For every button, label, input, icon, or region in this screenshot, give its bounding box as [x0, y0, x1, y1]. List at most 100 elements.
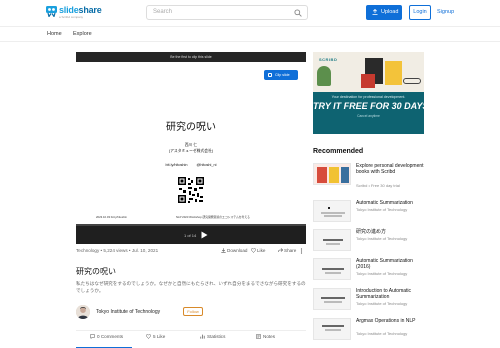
- like-label: Like: [257, 248, 266, 253]
- nav-home[interactable]: Home: [47, 31, 62, 37]
- tab-statistics-label: Statistics: [207, 334, 226, 339]
- main-nav: Home Explore: [0, 27, 500, 42]
- slide-footer-left: 2023.10.03 bit.ly/hitoshin: [96, 215, 127, 219]
- recommended-thumbnail: [313, 163, 351, 185]
- tab-statistics[interactable]: Statistics: [200, 334, 225, 339]
- tab-notes-label: Notes: [263, 334, 276, 339]
- recommended-item[interactable]: Automatic Summarization (2016) Tokyo Ins…: [313, 258, 425, 280]
- top-bar: slideshare a Scribd company Search Uploa…: [0, 0, 500, 27]
- recommended-subtitle: Tokyo Institute of Technology: [356, 331, 408, 336]
- notes-icon: [256, 334, 261, 339]
- recommended-thumbnail: [313, 288, 351, 310]
- download-label: Download: [227, 248, 248, 253]
- ad-banner: Your destination for professional develo…: [313, 92, 424, 134]
- slideshare-logo-icon: [46, 6, 57, 17]
- author-row: Tokyo Institute of Technology Follow: [76, 305, 306, 321]
- search-icon[interactable]: [294, 9, 302, 17]
- scribd-logo: SCRIBD: [319, 57, 338, 62]
- recommended-subtitle: Tokyo Institute of Technology: [356, 207, 408, 212]
- clip-slide-button[interactable]: Clip slide: [264, 70, 298, 80]
- tab-likes[interactable]: 5 Like: [146, 334, 165, 339]
- document-description: 私たちはなぜ研究をするのでしょうか。なぜかと自然にもたらされ、いずれ自分をまるで…: [76, 282, 306, 294]
- search-placeholder: Search: [153, 9, 173, 15]
- recommended-thumbnail: [313, 258, 351, 280]
- recommended-item[interactable]: 研究の進め方 Tokyo Institute of Technology: [313, 229, 425, 251]
- recommended-title: Explore personal development books with …: [356, 163, 424, 175]
- recommended-subtitle: Tokyo Institute of Technology: [356, 271, 408, 276]
- document-title: 研究の呪い: [76, 267, 116, 276]
- recommended-item[interactable]: Introduction to Automatic Summarization …: [313, 288, 425, 310]
- recommended-item[interactable]: Automatic Summarization Tokyo Institute …: [313, 200, 425, 222]
- page-indicator: 1 of 14: [184, 233, 197, 238]
- heart-icon: [146, 334, 151, 339]
- tab-comments-label: 0 Comments: [97, 334, 124, 339]
- book-cover-image: [361, 74, 375, 88]
- slide-handles: bit.ly/hitoshin @hitoshi_ni: [165, 163, 217, 167]
- brand-name: slideshare: [59, 5, 102, 15]
- download-button[interactable]: Download: [221, 248, 247, 253]
- slide-player: Be the first to clip this slide Clip sli…: [76, 52, 306, 244]
- slide-title: 研究の呪い: [166, 122, 216, 133]
- follow-button[interactable]: Follow: [183, 307, 203, 316]
- signup-link[interactable]: Signup: [437, 9, 454, 15]
- ad-tagline: Your destination for professional develo…: [331, 95, 406, 99]
- recommended-thumbnail: [313, 318, 351, 340]
- recommended-subtitle: Scribd • Free 30 day trial: [356, 183, 400, 188]
- recommended-heading: Recommended: [313, 148, 364, 155]
- glasses-image: [403, 78, 421, 84]
- tab-likes-label: 5 Like: [153, 334, 166, 339]
- avatar[interactable]: [76, 305, 90, 319]
- clip-hint: Be the first to clip this slide: [76, 52, 306, 62]
- comment-icon: [90, 334, 95, 339]
- recommended-title: Automatic Summarization (2016): [356, 258, 413, 270]
- ad-headline: TRY IT FREE FOR 30 DAYS: [313, 101, 424, 111]
- search-input[interactable]: Search: [146, 5, 308, 20]
- slide-meta: Technology • 5,224 views • Jul. 10, 2021…: [76, 248, 306, 257]
- recommended-thumbnail: [313, 200, 351, 222]
- tab-comments[interactable]: 0 Comments: [90, 334, 123, 339]
- author-name[interactable]: Tokyo Institute of Technology: [96, 309, 160, 315]
- share-label: Share: [284, 248, 297, 253]
- slide-author: 西川 仁: [184, 143, 198, 147]
- play-icon[interactable]: [201, 231, 208, 239]
- heart-icon: [251, 248, 256, 253]
- slideshare-logo[interactable]: slideshare a Scribd company: [46, 5, 102, 21]
- clip-slide-label: Clip slide: [275, 73, 290, 77]
- progress-bar[interactable]: [76, 224, 306, 226]
- recommended-title: 研究の進め方: [356, 229, 387, 235]
- recommended-item[interactable]: Explore personal development books with …: [313, 163, 425, 188]
- slide-footer-center: NLP 2023 Workshop 研究開発環境のエコシステムを考える: [176, 215, 250, 219]
- upload-label: Upload: [381, 9, 399, 15]
- book-cover-image: [385, 61, 402, 85]
- player-controls: 1 of 14: [76, 224, 306, 244]
- nav-explore[interactable]: Explore: [73, 31, 92, 37]
- login-button[interactable]: Login: [409, 5, 431, 20]
- qr-code-icon: [177, 176, 205, 204]
- recommended-title: Automatic Summarization: [356, 200, 413, 206]
- recommended-subtitle: Tokyo Institute of Technology: [356, 236, 408, 241]
- avatar-person-icon: [76, 305, 90, 319]
- plant-image: [317, 66, 331, 86]
- share-icon: [278, 248, 283, 253]
- recommended-title: Argmax Operations in NLP: [356, 318, 416, 324]
- upload-button[interactable]: Upload: [366, 5, 402, 20]
- share-button[interactable]: Share: [278, 248, 296, 253]
- stats-icon: [200, 334, 205, 339]
- scribd-ad[interactable]: SCRIBD Your destination for professional…: [313, 52, 424, 134]
- upload-icon: [372, 9, 378, 15]
- more-icon[interactable]: [299, 248, 304, 254]
- recommended-title: Introduction to Automatic Summarization: [356, 288, 412, 300]
- recommended-item[interactable]: Argmax Operations in NLP Tokyo Institute…: [313, 318, 425, 340]
- recommended-subtitle: Tokyo Institute of Technology: [356, 301, 408, 306]
- tab-notes[interactable]: Notes: [256, 334, 275, 339]
- slide-canvas[interactable]: Clip slide 研究の呪い 西川 仁 (アスタミューゼ株式会社) bit.…: [76, 62, 306, 224]
- like-button[interactable]: Like: [251, 248, 265, 253]
- meta-info: Technology • 5,224 views • Jul. 10, 2021: [76, 248, 159, 253]
- recommended-thumbnail: [313, 229, 351, 251]
- brand-tagline: a Scribd company: [59, 15, 84, 19]
- slide-org: (アスタミューゼ株式会社): [168, 149, 214, 153]
- engagement-tabs: 0 Comments 5 Like Statistics Notes: [76, 330, 306, 348]
- ad-footnote: Cancel anytime: [357, 114, 380, 118]
- ad-image: SCRIBD: [313, 52, 424, 92]
- clip-icon: [268, 73, 272, 77]
